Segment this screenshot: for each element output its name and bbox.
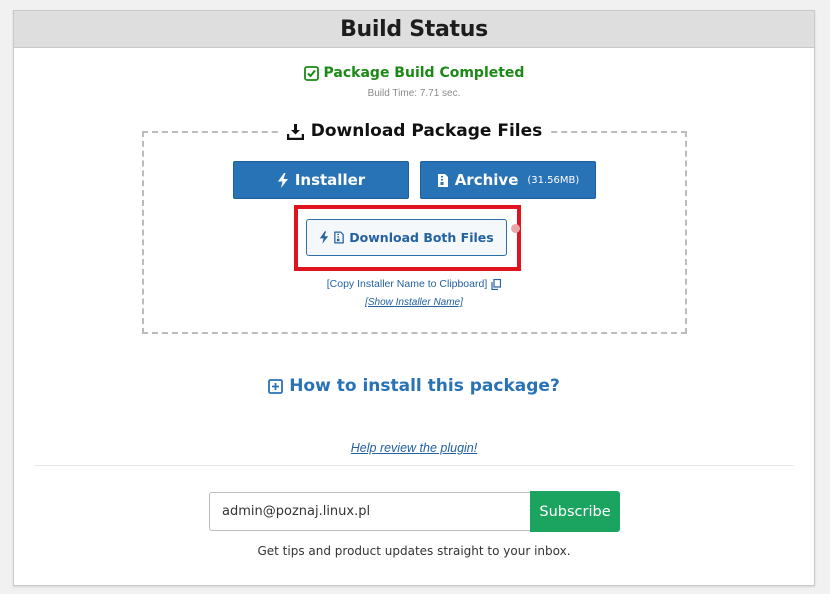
subscribe-button[interactable]: Subscribe bbox=[530, 491, 620, 532]
bolt-icon bbox=[277, 172, 289, 188]
build-time: Build Time: 7.71 sec. bbox=[367, 88, 461, 99]
archive-size: (31.56MB) bbox=[527, 174, 580, 186]
page-title: Build Status bbox=[340, 16, 488, 42]
copy-icon bbox=[491, 278, 502, 290]
copy-installer-name-label: [Copy Installer Name to Clipboard] bbox=[326, 278, 488, 290]
check-square-icon bbox=[303, 65, 319, 81]
file-archive-icon bbox=[437, 173, 449, 188]
review-plugin-link[interactable]: Help review the plugin! bbox=[14, 441, 814, 455]
download-icon bbox=[286, 123, 304, 140]
subscribe-tips-text: Get tips and product updates straight to… bbox=[257, 544, 571, 558]
how-to-install-label: How to install this package? bbox=[289, 376, 560, 396]
copy-installer-name-link[interactable]: [Copy Installer Name to Clipboard] bbox=[14, 278, 814, 290]
archive-label: Archive bbox=[454, 171, 519, 189]
show-installer-name-link[interactable]: [Show Installer Name] bbox=[14, 297, 814, 308]
installer-button[interactable]: Installer bbox=[233, 161, 409, 199]
how-to-install-link[interactable]: How to install this package? bbox=[14, 376, 814, 396]
archive-button[interactable]: Archive (31.56MB) bbox=[420, 161, 596, 199]
panel-header: Build Status bbox=[14, 11, 814, 48]
build-success-status: Package Build Completed bbox=[14, 65, 814, 81]
cursor-dot bbox=[511, 224, 520, 233]
download-files-heading: Download Package Files bbox=[310, 121, 543, 141]
email-field[interactable]: admin@poznaj.linux.pl bbox=[209, 492, 530, 531]
highlight-box bbox=[294, 205, 521, 271]
installer-label: Installer bbox=[294, 171, 366, 189]
build-status-panel: Build Status Package Build Completed Bui… bbox=[13, 10, 815, 586]
build-status-text: Package Build Completed bbox=[323, 65, 525, 81]
divider bbox=[34, 465, 794, 466]
plus-square-icon bbox=[268, 378, 284, 394]
